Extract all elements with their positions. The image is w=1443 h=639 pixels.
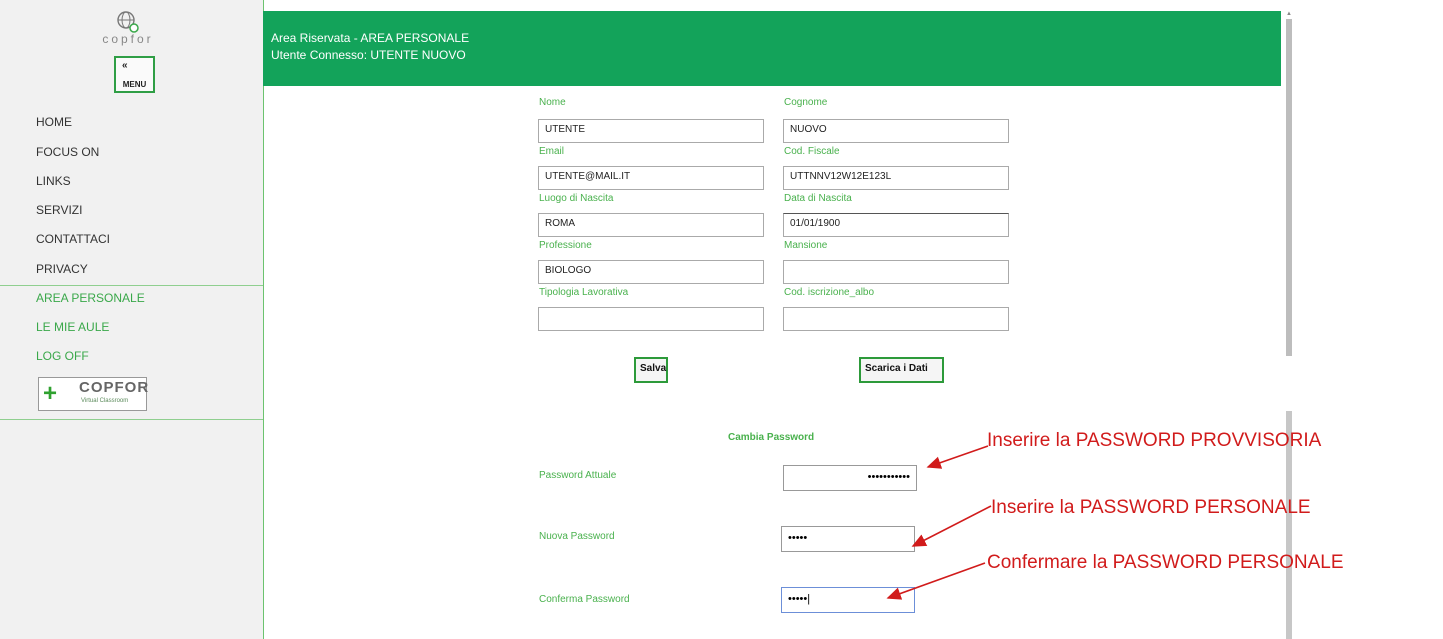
data-nascita-label: Data di Nascita [784,193,852,204]
page-header: Area Riservata - AREA PERSONALE Utente C… [263,11,1281,86]
professione-input[interactable]: BIOLOGO [538,260,764,284]
change-password-title: Cambia Password [728,432,815,443]
menu-toggle-button[interactable]: « MENU [114,56,155,93]
nome-label: Nome [539,97,566,108]
mansione-label: Mansione [784,240,828,251]
header-area-title: Area Riservata - AREA PERSONALE [271,31,470,45]
sidebar: copfor « MENU HOME FOCUS ON LINKS SERVIZ… [0,0,264,639]
nome-input[interactable]: UTENTE [538,119,764,143]
current-password-label: Password Attuale [539,470,617,481]
badge-subtitle: Virtual Classroom [81,398,129,404]
codfiscale-input[interactable]: UTTNNV12W12E123L [783,166,1009,190]
logo-text: copfor [102,32,154,46]
cognome-input[interactable]: NUOVO [783,119,1009,143]
globe-icon [116,10,140,34]
sidebar-item-links[interactable]: LINKS [36,174,71,188]
annotation-personal-password: Inserire la PASSWORD PERSONALE [991,497,1311,518]
cod-iscrizione-albo-label: Cod. iscrizione_albo [784,287,875,298]
sidebar-item-area-personale[interactable]: AREA PERSONALE [36,291,145,305]
sidebar-item-le-mie-aule[interactable]: LE MIE AULE [36,320,109,334]
badge-title: COPFOR [79,379,150,396]
new-password-label: Nuova Password [539,531,615,542]
professione-label: Professione [539,240,592,251]
menu-label: MENU [122,80,147,89]
tipologia-lavorativa-label: Tipologia Lavorativa [539,287,629,298]
scroll-up-icon[interactable]: ▲ [1284,11,1294,19]
confirm-password-label: Conferma Password [539,594,630,605]
double-chevron-left-icon: « [122,60,128,71]
tipologia-lavorativa-input[interactable] [538,307,764,331]
download-data-button[interactable]: Scarica i Dati [859,357,944,383]
sidebar-item-log-off[interactable]: LOG OFF [36,349,89,363]
data-nascita-input[interactable]: 01/01/1900 [783,213,1009,237]
annotation-confirm-personal-password: Confermare la PASSWORD PERSONALE [987,552,1344,573]
sidebar-item-contattaci[interactable]: CONTATTACI [36,232,110,246]
arrow-to-current-password [926,445,989,469]
plus-icon: + [43,380,58,407]
cod-iscrizione-albo-input[interactable] [783,307,1009,331]
confirm-password-input[interactable]: •••••| [781,587,915,613]
annotation-temporary-password: Inserire la PASSWORD PROVVISORIA [987,430,1322,451]
sidebar-divider [0,419,263,420]
sidebar-item-home[interactable]: HOME [36,115,72,129]
scrollbar-thumb[interactable] [1286,19,1292,356]
email-input[interactable]: UTENTE@MAIL.IT [538,166,764,190]
new-password-input[interactable]: ••••• [781,526,915,552]
luogo-nascita-label: Luogo di Nascita [539,193,614,204]
email-label: Email [539,146,565,157]
sidebar-item-focus-on[interactable]: FOCUS ON [36,145,99,159]
page-scrollbar[interactable]: ▲ [1284,11,1294,356]
save-button[interactable]: Salva [634,357,668,383]
copfor-logo[interactable]: copfor [86,10,170,46]
sidebar-item-servizi[interactable]: SERVIZI [36,203,82,217]
virtual-classroom-badge[interactable]: + COPFOR Virtual Classroom [38,377,150,411]
sidebar-divider [0,285,263,286]
sidebar-item-privacy[interactable]: PRIVACY [36,262,88,276]
codfiscale-label: Cod. Fiscale [784,146,840,157]
cognome-label: Cognome [784,97,828,108]
current-password-input[interactable]: ••••••••••• [783,465,917,491]
header-user-connected: Utente Connesso: UTENTE NUOVO [271,48,466,62]
luogo-nascita-input[interactable]: ROMA [538,213,764,237]
mansione-input[interactable] [783,260,1009,284]
arrow-to-new-password [911,505,992,547]
